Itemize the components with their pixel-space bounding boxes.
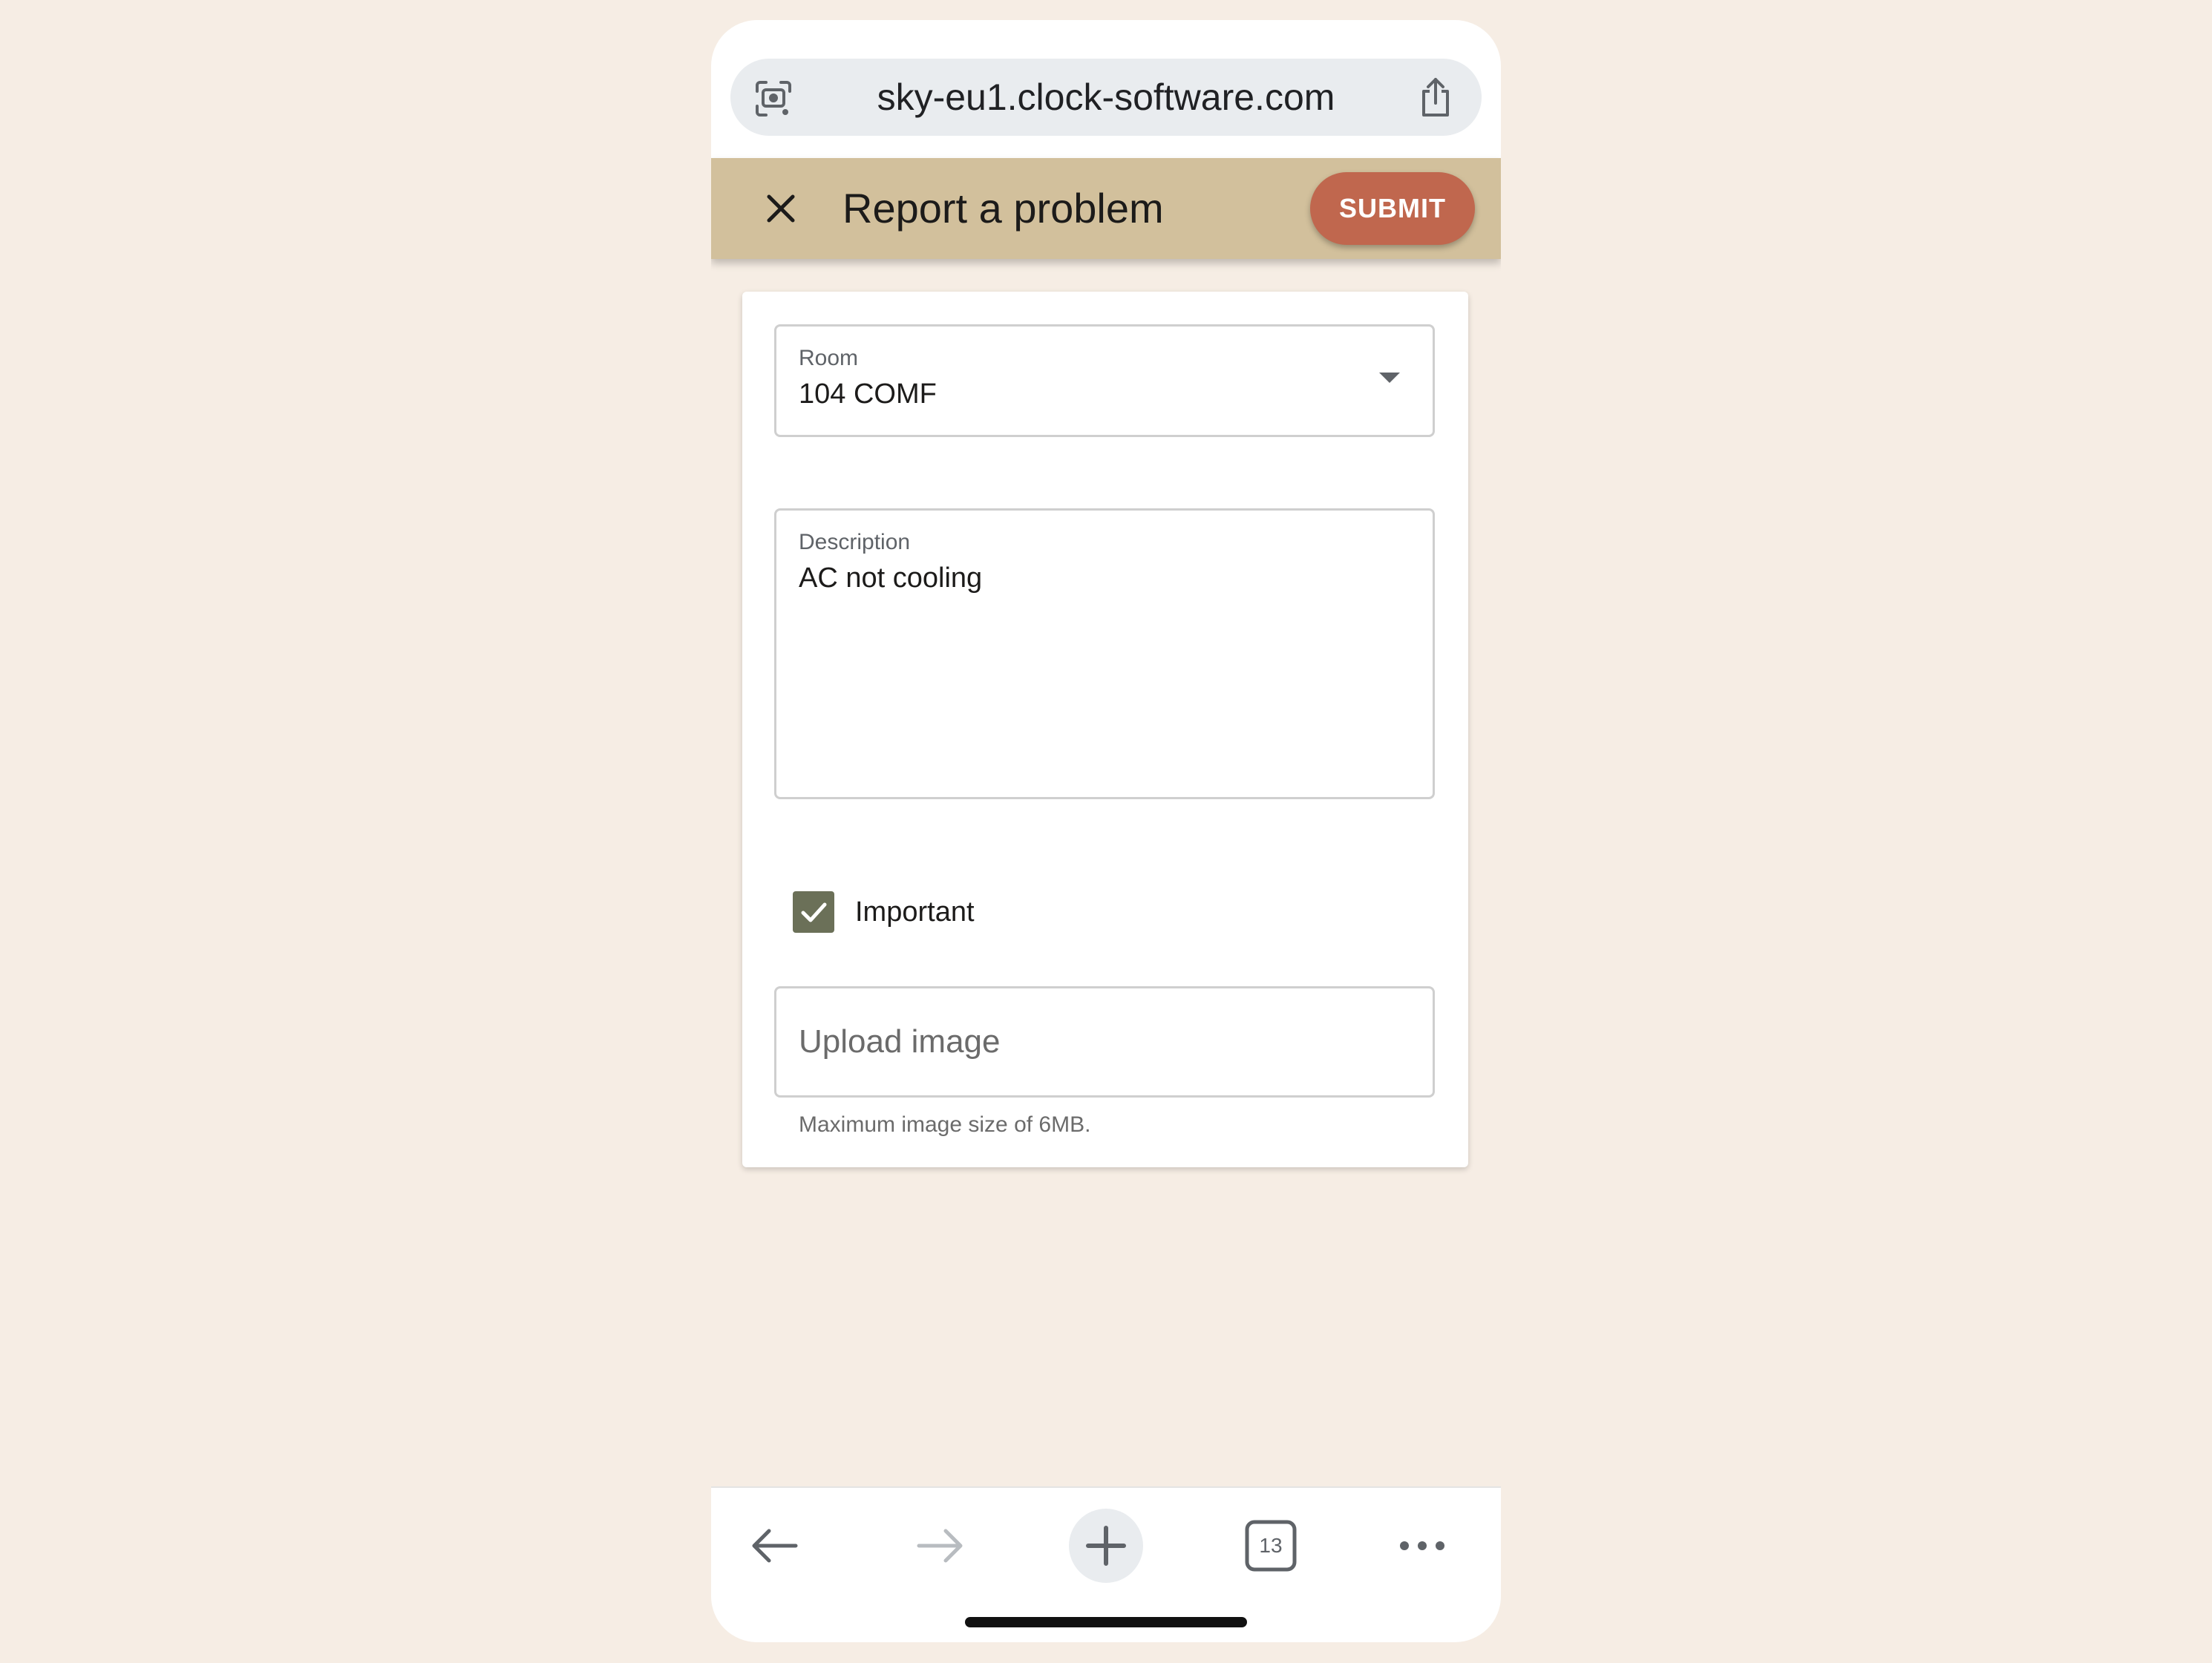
url-text[interactable]: sky-eu1.clock-software.com [790,59,1422,136]
upload-hint-text: Maximum image size of 6MB. [799,1112,1091,1137]
important-checkbox[interactable] [793,891,834,933]
report-form-card: Room 104 COMF Description AC not cooling… [742,292,1468,1167]
address-bar[interactable]: sky-eu1.clock-software.com [730,59,1482,136]
submit-button[interactable]: SUBMIT [1310,172,1475,245]
home-indicator [965,1617,1247,1627]
tab-count: 13 [1259,1534,1283,1557]
room-label: Room [799,346,859,370]
close-icon[interactable] [756,183,806,234]
more-icon[interactable] [1385,1509,1459,1583]
app-bar: Report a problem SUBMIT [711,158,1501,259]
phone-screen: sky-eu1.clock-software.com Report a prob… [711,20,1501,1642]
tabs-icon[interactable]: 13 [1234,1509,1308,1583]
dropdown-arrow-icon[interactable] [1379,373,1400,383]
back-arrow-icon[interactable] [738,1509,812,1583]
share-icon[interactable] [1415,75,1456,117]
plus-icon[interactable] [1069,1509,1143,1583]
room-select[interactable]: Room 104 COMF [774,324,1435,437]
important-checkbox-row[interactable]: Important [793,890,975,934]
room-value: 104 COMF [799,378,937,410]
upload-image-field[interactable]: Upload image [774,986,1435,1098]
important-label[interactable]: Important [855,896,975,928]
checkmark-icon [801,902,827,922]
lens-camera-icon[interactable] [753,78,794,119]
page-title: Report a problem [842,185,1164,232]
browser-bottom-toolbar: 13 [711,1486,1501,1642]
browser-top-bar: sky-eu1.clock-software.com [711,20,1501,158]
forward-arrow-icon[interactable] [903,1509,977,1583]
upload-image-placeholder[interactable]: Upload image [799,988,1001,1095]
description-textarea[interactable]: Description AC not cooling [774,508,1435,799]
description-label: Description [799,530,911,554]
description-value[interactable]: AC not cooling [799,562,982,594]
